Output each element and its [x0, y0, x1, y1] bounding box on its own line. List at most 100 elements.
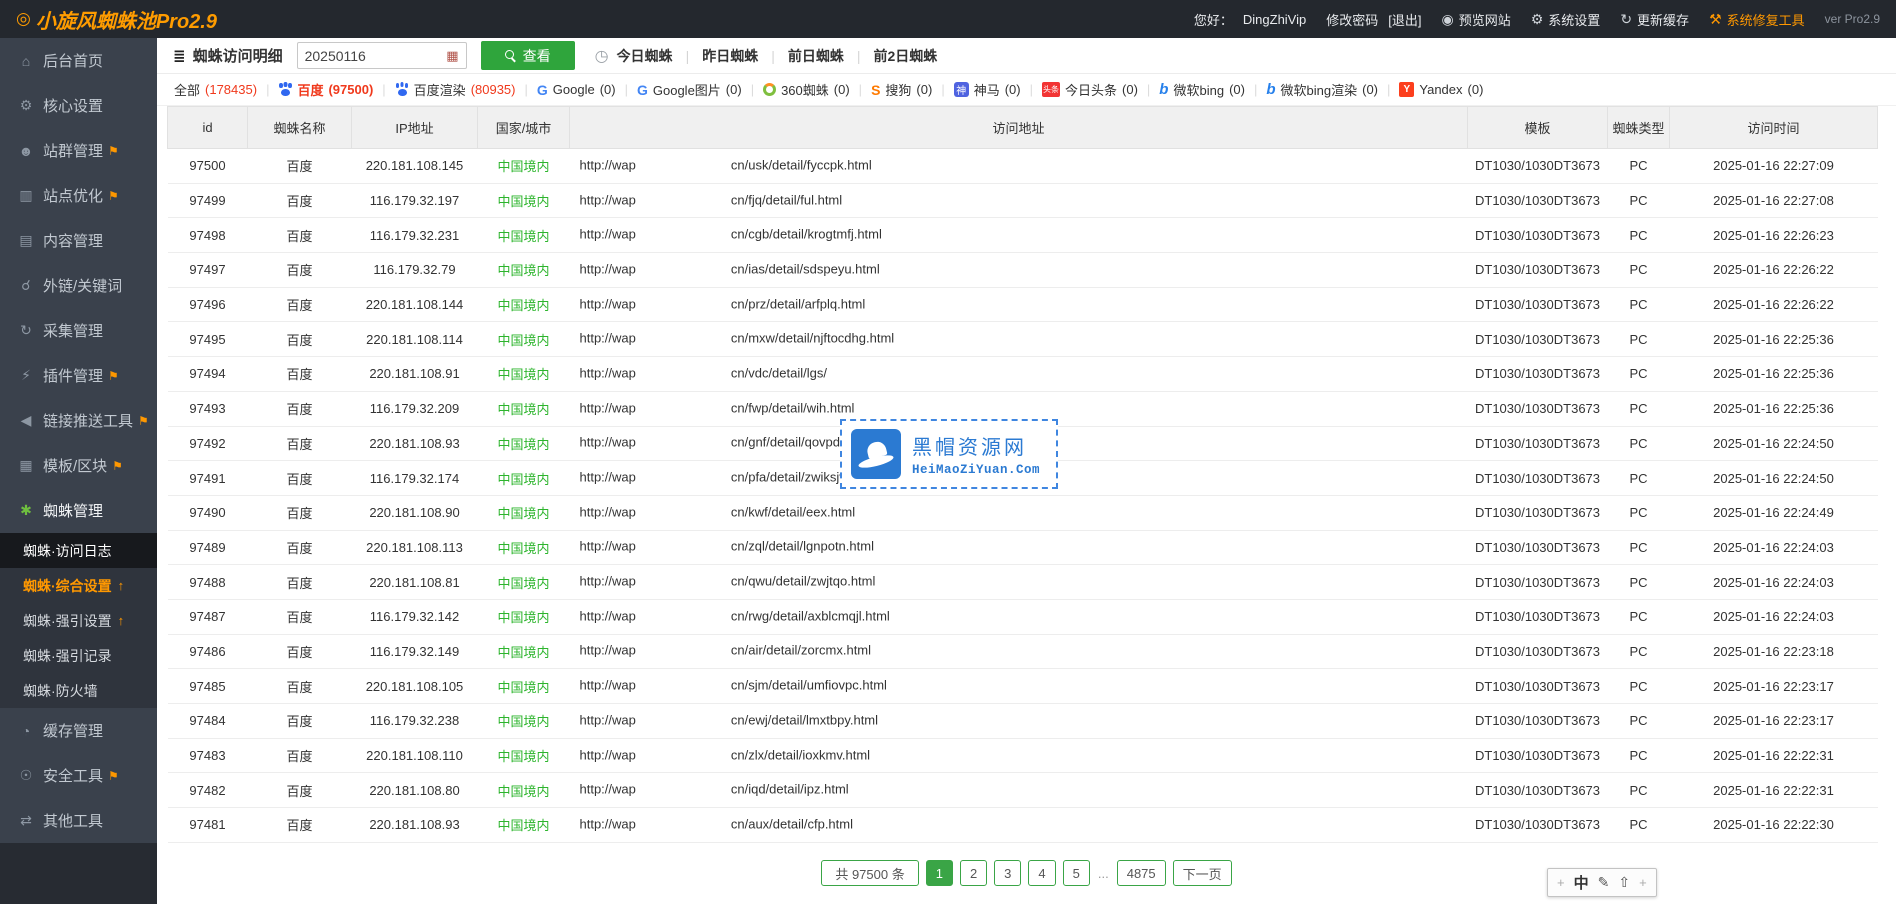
next-page-button[interactable]: 下一页	[1173, 860, 1232, 886]
sidebar-item-站群管理[interactable]: ☻站群管理⚑	[0, 128, 157, 173]
sidebar-subitem[interactable]: 蜘蛛·强引设置↑	[0, 603, 157, 638]
sidebar-item-模板/区块[interactable]: ▦模板/区块⚑	[0, 443, 157, 488]
view-button[interactable]: 查看	[481, 41, 575, 70]
column-header: 蜘蛛名称	[248, 107, 352, 149]
cell-type: PC	[1608, 530, 1670, 565]
sidebar-item-内容管理[interactable]: ▤内容管理	[0, 218, 157, 263]
sidebar-subitem[interactable]: 蜘蛛·强引记录	[0, 638, 157, 673]
sidebar-item-蜘蛛管理[interactable]: ✱蜘蛛管理	[0, 488, 157, 533]
sidebar-filler	[0, 843, 157, 904]
filter-item[interactable]: 360蜘蛛(0)	[763, 80, 850, 99]
filter-item[interactable]: 百度(97500)	[278, 80, 373, 99]
sidebar-item-站点优化[interactable]: ▥站点优化⚑	[0, 173, 157, 218]
cell-template: DT1030/1030DT3673	[1468, 495, 1608, 530]
url-suffix: cn/aux/detail/cfp.html	[731, 816, 853, 831]
filter-item[interactable]: b微软bing渲染(0)	[1266, 80, 1378, 99]
cell-id: 97500	[168, 149, 248, 184]
filter-count: (80935)	[471, 82, 516, 97]
logout-link[interactable]: [退出]	[1388, 10, 1421, 29]
cell-country: 中国境内	[478, 461, 570, 496]
date-input-box: ▦	[297, 42, 467, 69]
ime-toolbar[interactable]: + 中 ✎ ⇧ +	[1547, 868, 1657, 897]
filter-item[interactable]: 全部(178435)	[174, 80, 257, 99]
table-row: 97488百度220.181.108.81中国境内http://wapcn/qw…	[168, 565, 1878, 600]
cell-type: PC	[1608, 773, 1670, 808]
cell-time: 2025-01-16 22:24:50	[1670, 461, 1878, 496]
sidebar-item-采集管理[interactable]: ↻采集管理	[0, 308, 157, 353]
blocks-icon: ▦	[18, 457, 34, 474]
page-button[interactable]: 4	[1028, 860, 1055, 886]
page-button[interactable]: 1	[926, 860, 953, 886]
sidebar-item-外链/关键词[interactable]: ☌外链/关键词	[0, 263, 157, 308]
filter-item[interactable]: S搜狗(0)	[871, 80, 932, 99]
cell-template: DT1030/1030DT3673	[1468, 565, 1608, 600]
filter-item[interactable]: GGoogle(0)	[537, 82, 616, 98]
censored-domain	[636, 296, 731, 314]
system-settings-link[interactable]: ⚙ 系统设置	[1531, 10, 1601, 29]
cell-id: 97483	[168, 738, 248, 773]
sidebar-main-menu: ⌂后台首页⚙核心设置☻站群管理⚑▥站点优化⚑▤内容管理☌外链/关键词↻采集管理⚡…	[0, 38, 157, 533]
stopwatch-icon: ◷	[595, 46, 609, 66]
cell-template: DT1030/1030DT3673	[1468, 426, 1608, 461]
sidebar-item-链接推送工具[interactable]: ◀链接推送工具⚑	[0, 398, 157, 443]
sidebar-item-插件管理[interactable]: ⚡插件管理⚑	[0, 353, 157, 398]
cell-country: 中国境内	[478, 149, 570, 184]
cell-ip: 220.181.108.90	[352, 495, 478, 530]
filter-item[interactable]: GGoogle图片(0)	[637, 80, 742, 99]
change-password-link[interactable]: 修改密码	[1326, 10, 1378, 29]
calendar-icon[interactable]: ▦	[446, 48, 458, 64]
cell-url: http://wapcn/fjq/detail/ful.html	[570, 183, 1468, 218]
app-title: 小旋风蜘蛛池Pro2.9	[36, 5, 217, 34]
sidebar-subitem[interactable]: 蜘蛛·防火墙	[0, 673, 157, 708]
cell-ip: 116.179.32.142	[352, 599, 478, 634]
filter-count: (0)	[600, 82, 616, 97]
sidebar-subitem[interactable]: 蜘蛛·访问日志	[0, 533, 157, 568]
filter-item[interactable]: YYandex(0)	[1399, 82, 1483, 97]
sidebar-item-其他工具[interactable]: ⇄其他工具	[0, 798, 157, 843]
total-count: 共 97500 条	[821, 860, 918, 886]
bing-b: b	[1266, 81, 1275, 98]
url-prefix: http://wap	[580, 435, 636, 450]
sidebar-item-核心设置[interactable]: ⚙核心设置	[0, 83, 157, 128]
page-button[interactable]: 3	[994, 860, 1021, 886]
page-button[interactable]: 4875	[1117, 860, 1166, 886]
filter-item[interactable]: 头条今日头条(0)	[1042, 80, 1138, 99]
cell-country: 中国境内	[478, 426, 570, 461]
cell-template: DT1030/1030DT3673	[1468, 808, 1608, 843]
sidebar-item-后台首页[interactable]: ⌂后台首页	[0, 38, 157, 83]
sidebar-spider-submenu: 蜘蛛·访问日志蜘蛛·综合设置↑蜘蛛·强引设置↑蜘蛛·强引记录蜘蛛·防火墙	[0, 533, 157, 708]
cell-template: DT1030/1030DT3673	[1468, 773, 1608, 808]
page-button[interactable]: 5	[1063, 860, 1090, 886]
column-header: 模板	[1468, 107, 1608, 149]
filter-item[interactable]: 百度渲染(80935)	[395, 80, 516, 99]
quick-link[interactable]: 今日蜘蛛	[617, 46, 673, 66]
column-header: 蜘蛛类型	[1608, 107, 1670, 149]
filter-item[interactable]: 神神马(0)	[954, 80, 1021, 99]
update-cache-link[interactable]: ↻ 更新缓存	[1620, 10, 1689, 29]
filter-label: 神马	[974, 80, 1000, 99]
table-row: 97498百度116.179.32.231中国境内http://wapcn/cg…	[168, 218, 1878, 253]
sidebar-item-label: 安全工具	[43, 765, 103, 786]
cell-type: PC	[1608, 495, 1670, 530]
filter-count: (0)	[1468, 82, 1484, 97]
repair-tool-link[interactable]: ⚒ 系统修复工具	[1709, 10, 1805, 29]
quick-link[interactable]: 昨日蜘蛛	[702, 46, 758, 66]
date-input[interactable]	[305, 48, 447, 64]
sidebar-item-缓存管理[interactable]: ◔缓存管理	[0, 708, 157, 753]
ime-keyboard-icon[interactable]: ⇧	[1618, 874, 1630, 891]
cell-time: 2025-01-16 22:26:22	[1670, 287, 1878, 322]
cell-template: DT1030/1030DT3673	[1468, 183, 1608, 218]
sidebar-subitem[interactable]: 蜘蛛·综合设置↑	[0, 568, 157, 603]
sidebar-item-安全工具[interactable]: ☉安全工具⚑	[0, 753, 157, 798]
preview-site-link[interactable]: ◉ 预览网站	[1442, 10, 1511, 29]
page-button[interactable]: 2	[960, 860, 987, 886]
filter-item[interactable]: b微软bing(0)	[1159, 80, 1245, 99]
ime-pen-icon[interactable]: ✎	[1598, 874, 1610, 891]
cell-time: 2025-01-16 22:24:03	[1670, 599, 1878, 634]
quick-link[interactable]: 前2日蜘蛛	[873, 46, 937, 66]
shenma-badge: 神	[954, 82, 969, 97]
ime-lang-indicator[interactable]: 中	[1574, 872, 1589, 893]
quick-link[interactable]: 前日蜘蛛	[788, 46, 844, 66]
cell-name: 百度	[248, 669, 352, 704]
url-prefix: http://wap	[580, 747, 636, 762]
